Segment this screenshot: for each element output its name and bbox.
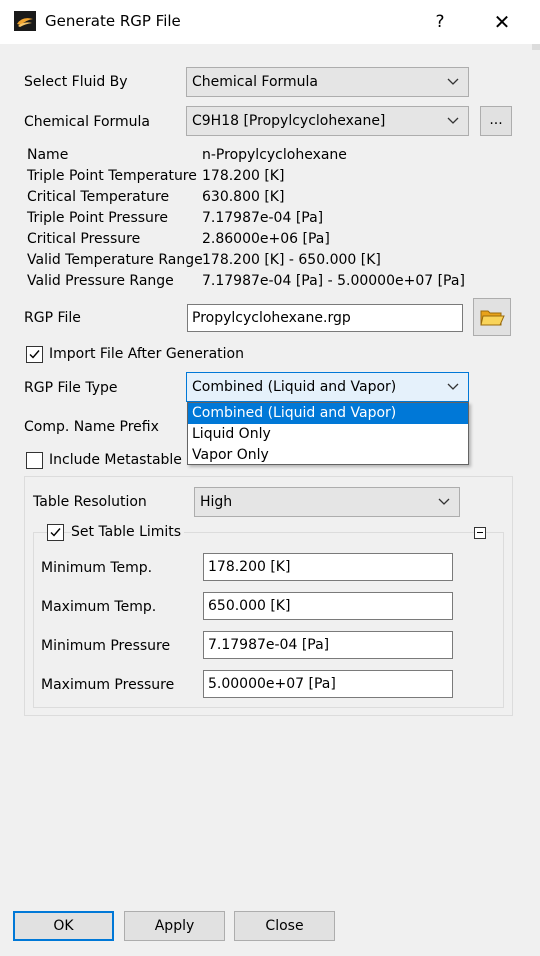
property-value: 7.17987e-04 [Pa]	[202, 210, 324, 226]
include-metastable-checkbox[interactable]	[26, 452, 43, 469]
window-title: Generate RGP File	[45, 12, 181, 30]
checkmark-icon	[50, 528, 61, 537]
minimum-temp-input[interactable]: 178.200 [K]	[203, 553, 453, 581]
select-fluid-by-label: Select Fluid By	[24, 74, 128, 90]
include-metastable-label: Include Metastable S	[49, 452, 196, 468]
property-label: Critical Temperature	[27, 189, 170, 205]
chemical-formula-label: Chemical Formula	[24, 114, 151, 130]
browse-formula-button[interactable]: ...	[480, 106, 512, 136]
limit-label: Maximum Pressure	[41, 677, 175, 693]
property-label: Critical Pressure	[27, 231, 141, 247]
maximum-pressure-input[interactable]: 5.00000e+07 [Pa]	[203, 670, 453, 698]
select-fluid-by-combo[interactable]: Chemical Formula	[186, 67, 469, 97]
comp-name-prefix-label: Comp. Name Prefix	[24, 419, 159, 435]
limit-label: Minimum Temp.	[41, 560, 153, 576]
collapse-icon[interactable]	[474, 527, 486, 539]
chemical-formula-value: C9H18 [Propylcyclohexane]	[192, 113, 386, 129]
chevron-down-icon	[447, 383, 459, 390]
property-value: 630.800 [K]	[202, 189, 285, 205]
set-table-limits-checkbox[interactable]	[47, 524, 64, 541]
property-value: 178.200 [K] - 650.000 [K]	[202, 252, 381, 268]
checkmark-icon	[29, 350, 40, 359]
chevron-down-icon	[447, 117, 459, 124]
import-after-label: Import File After Generation	[49, 346, 244, 362]
apply-button[interactable]: Apply	[124, 911, 225, 941]
close-window-button[interactable]: ✕	[480, 6, 524, 38]
property-value: 178.200 [K]	[202, 168, 285, 184]
table-resolution-value: High	[200, 494, 233, 510]
help-button[interactable]: ?	[420, 6, 460, 38]
dropdown-option-liquid[interactable]: Liquid Only	[188, 424, 468, 445]
select-fluid-by-value: Chemical Formula	[192, 74, 319, 90]
dropdown-option-vapor[interactable]: Vapor Only	[188, 445, 468, 466]
property-label: Valid Temperature Range	[27, 252, 203, 268]
property-value: n-Propylcyclohexane	[202, 147, 347, 163]
rgp-file-type-dropdown: Combined (Liquid and Vapor) Liquid Only …	[187, 402, 469, 465]
table-resolution-combo[interactable]: High	[194, 487, 460, 517]
rgp-file-type-value: Combined (Liquid and Vapor)	[192, 379, 397, 395]
rgp-file-type-label: RGP File Type	[24, 380, 118, 396]
limit-label: Minimum Pressure	[41, 638, 171, 654]
rgp-file-input[interactable]: Propylcyclohexane.rgp	[187, 304, 463, 332]
app-logo-icon	[14, 11, 36, 31]
title-bar: Generate RGP File ? ✕	[0, 0, 540, 44]
dropdown-option-combined[interactable]: Combined (Liquid and Vapor)	[188, 403, 468, 424]
ok-button[interactable]: OK	[13, 911, 114, 941]
browse-rgp-file-button[interactable]	[473, 298, 511, 336]
close-button[interactable]: Close	[234, 911, 335, 941]
property-label: Name	[27, 147, 69, 163]
property-value: 7.17987e-04 [Pa] - 5.00000e+07 [Pa]	[202, 273, 465, 289]
import-after-checkbox[interactable]	[26, 346, 43, 363]
limit-label: Maximum Temp.	[41, 599, 157, 615]
property-label: Triple Point Temperature	[27, 168, 197, 184]
property-label: Triple Point Pressure	[27, 210, 168, 226]
property-value: 2.86000e+06 [Pa]	[202, 231, 330, 247]
set-table-limits-label: Set Table Limits	[71, 524, 185, 540]
rgp-file-type-combo[interactable]: Combined (Liquid and Vapor)	[186, 372, 469, 402]
window-edge	[532, 44, 540, 50]
chevron-down-icon	[447, 78, 459, 85]
minimum-pressure-input[interactable]: 7.17987e-04 [Pa]	[203, 631, 453, 659]
maximum-temp-input[interactable]: 650.000 [K]	[203, 592, 453, 620]
open-folder-icon	[480, 310, 505, 326]
chevron-down-icon	[438, 498, 450, 505]
chemical-formula-combo[interactable]: C9H18 [Propylcyclohexane]	[186, 106, 469, 136]
property-label: Valid Pressure Range	[27, 273, 174, 289]
table-resolution-label: Table Resolution	[33, 494, 147, 510]
rgp-file-label: RGP File	[24, 310, 81, 326]
